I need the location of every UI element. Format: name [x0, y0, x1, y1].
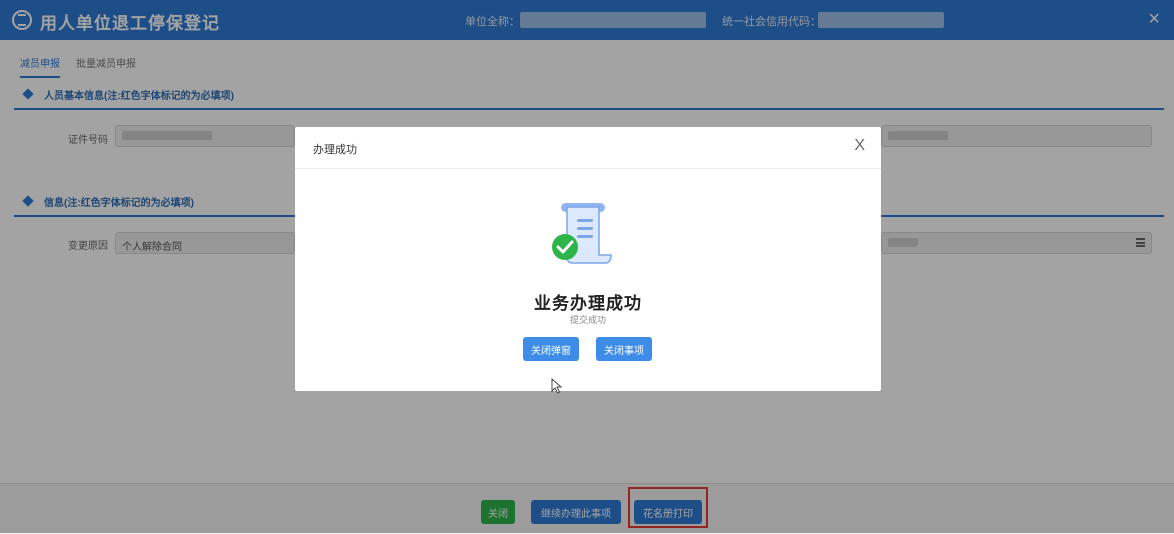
dialog-title: 办理成功 — [313, 144, 357, 156]
success-dialog: 办理成功 X 业务办理成功 提交成功 关闭弹窗 关闭事项 — [295, 127, 881, 391]
dialog-header: 办理成功 X — [295, 127, 881, 169]
success-subtext: 提交成功 — [569, 315, 606, 325]
close-popup-button[interactable]: 关闭弹窗 — [523, 337, 579, 361]
dialog-close-button[interactable]: X — [854, 137, 865, 155]
success-heading: 业务办理成功 — [534, 294, 642, 313]
mouse-cursor-icon — [551, 378, 563, 394]
document-success-icon — [552, 203, 612, 264]
close-item-button[interactable]: 关闭事项 — [596, 337, 652, 361]
